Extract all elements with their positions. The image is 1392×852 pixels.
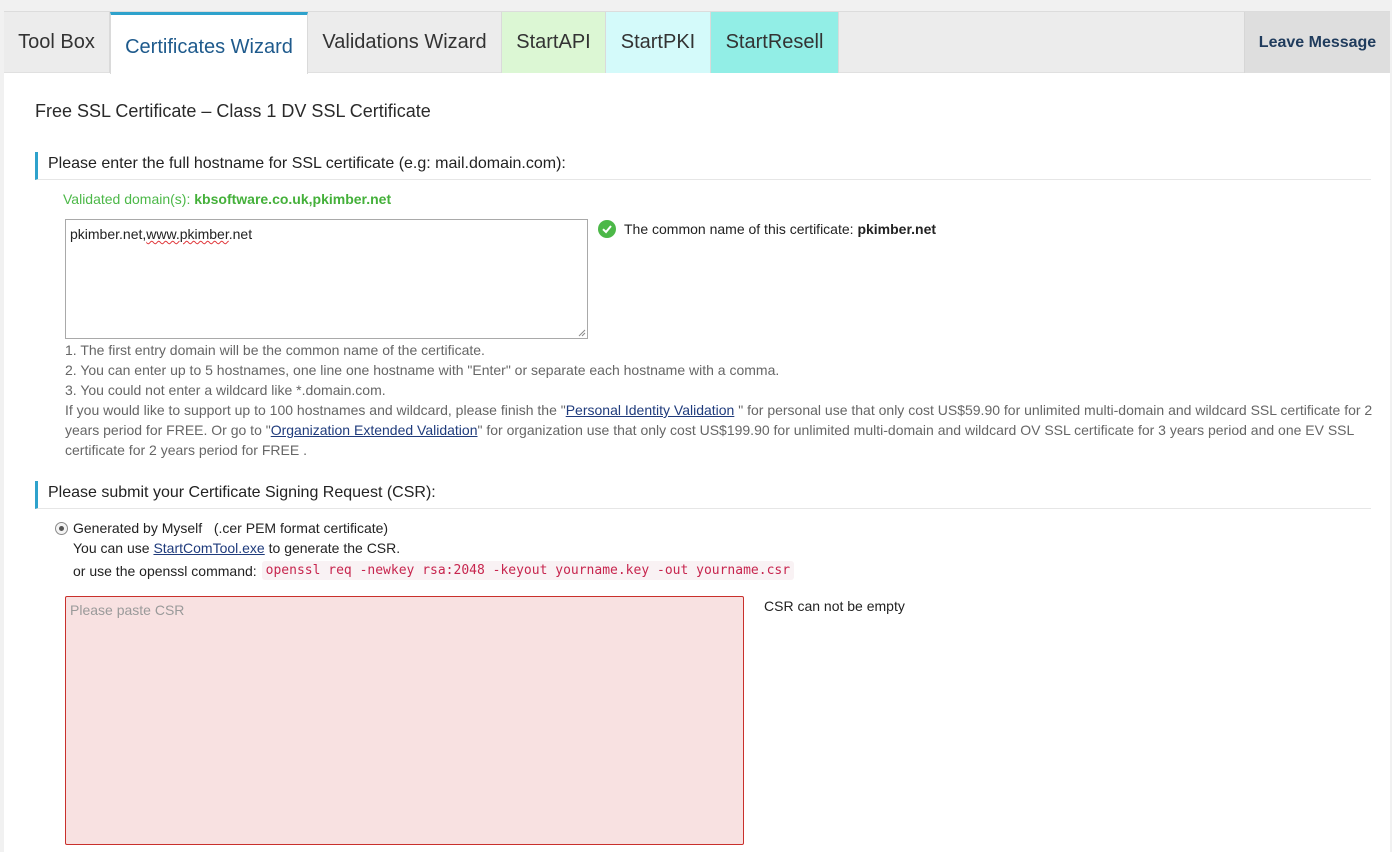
common-name-row: The common name of this certificate: pki…	[598, 220, 936, 238]
hostname-section-heading: Please enter the full hostname for SSL c…	[35, 152, 1371, 180]
check-circle-icon	[598, 220, 616, 238]
tab-startpki[interactable]: StartPKI	[606, 12, 711, 73]
csr-section-heading: Please submit your Certificate Signing R…	[35, 481, 1371, 509]
radio-hint: (.cer PEM format certificate)	[213, 520, 389, 536]
main-frame: Tool Box Certificates Wizard Validations…	[4, 11, 1390, 852]
note-4-text-a: If you would like to support up to 100 h…	[65, 402, 566, 418]
validated-domains: Validated domain(s): kbsoftware.co.uk,pk…	[63, 191, 391, 207]
common-name-value: pkimber.net	[857, 221, 937, 237]
leave-message-button[interactable]: Leave Message	[1244, 12, 1390, 73]
radio-label: Generated by Myself	[73, 520, 203, 536]
tab-tool-box[interactable]: Tool Box	[4, 12, 110, 73]
tab-startresell[interactable]: StartResell	[711, 12, 839, 73]
openssl-prefix: or use the openssl command:	[73, 562, 257, 579]
common-name-label: The common name of this certificate:	[624, 221, 854, 237]
resize-grip-icon[interactable]	[578, 329, 586, 337]
tab-certificates-wizard[interactable]: Certificates Wizard	[110, 12, 308, 74]
csr-input[interactable]	[65, 596, 744, 845]
hostname-text-1: pkimber.net,	[70, 226, 147, 242]
note-2: 2. You can enter up to 5 hostnames, one …	[65, 362, 780, 378]
startcomtool-link[interactable]: StartComTool.exe	[153, 540, 264, 556]
personal-identity-validation-link[interactable]: Personal Identity Validation	[566, 402, 735, 418]
note-4: If you would like to support up to 100 h…	[65, 400, 1375, 460]
hostname-textarea[interactable]: pkimber.net,www.pkimber.net	[65, 219, 588, 339]
validated-label: Validated domain(s):	[63, 191, 191, 207]
tool-hint: You can use StartComTool.exe to generate…	[73, 540, 400, 556]
page-title: Free SSL Certificate – Class 1 DV SSL Ce…	[35, 101, 431, 121]
tab-validations-wizard[interactable]: Validations Wizard	[308, 12, 502, 73]
hostname-notes: 1. The first entry domain will be the co…	[65, 340, 1375, 460]
hostname-text-2: www.pkimber	[146, 226, 229, 242]
generated-by-myself-option[interactable]: Generated by Myself (.cer PEM format cer…	[55, 520, 388, 536]
csr-error-message: CSR can not be empty	[764, 598, 905, 614]
tool-suffix: to generate the CSR.	[264, 540, 401, 556]
validated-domain-list: kbsoftware.co.uk,pkimber.net	[194, 191, 392, 207]
openssl-hint: or use the openssl command: openssl req …	[73, 561, 795, 580]
radio-selected-icon[interactable]	[55, 521, 68, 535]
hostname-text-3: .net	[228, 226, 253, 242]
note-3: 3. You could not enter a wildcard like *…	[65, 382, 386, 398]
openssl-command: openssl req -newkey rsa:2048 -keyout you…	[261, 561, 795, 580]
tab-bar: Tool Box Certificates Wizard Validations…	[4, 12, 1390, 74]
tool-prefix: You can use	[73, 540, 154, 556]
organization-extended-validation-link[interactable]: Organization Extended Validation	[271, 422, 478, 438]
tab-startapi[interactable]: StartAPI	[502, 12, 606, 73]
note-1: 1. The first entry domain will be the co…	[65, 342, 485, 358]
